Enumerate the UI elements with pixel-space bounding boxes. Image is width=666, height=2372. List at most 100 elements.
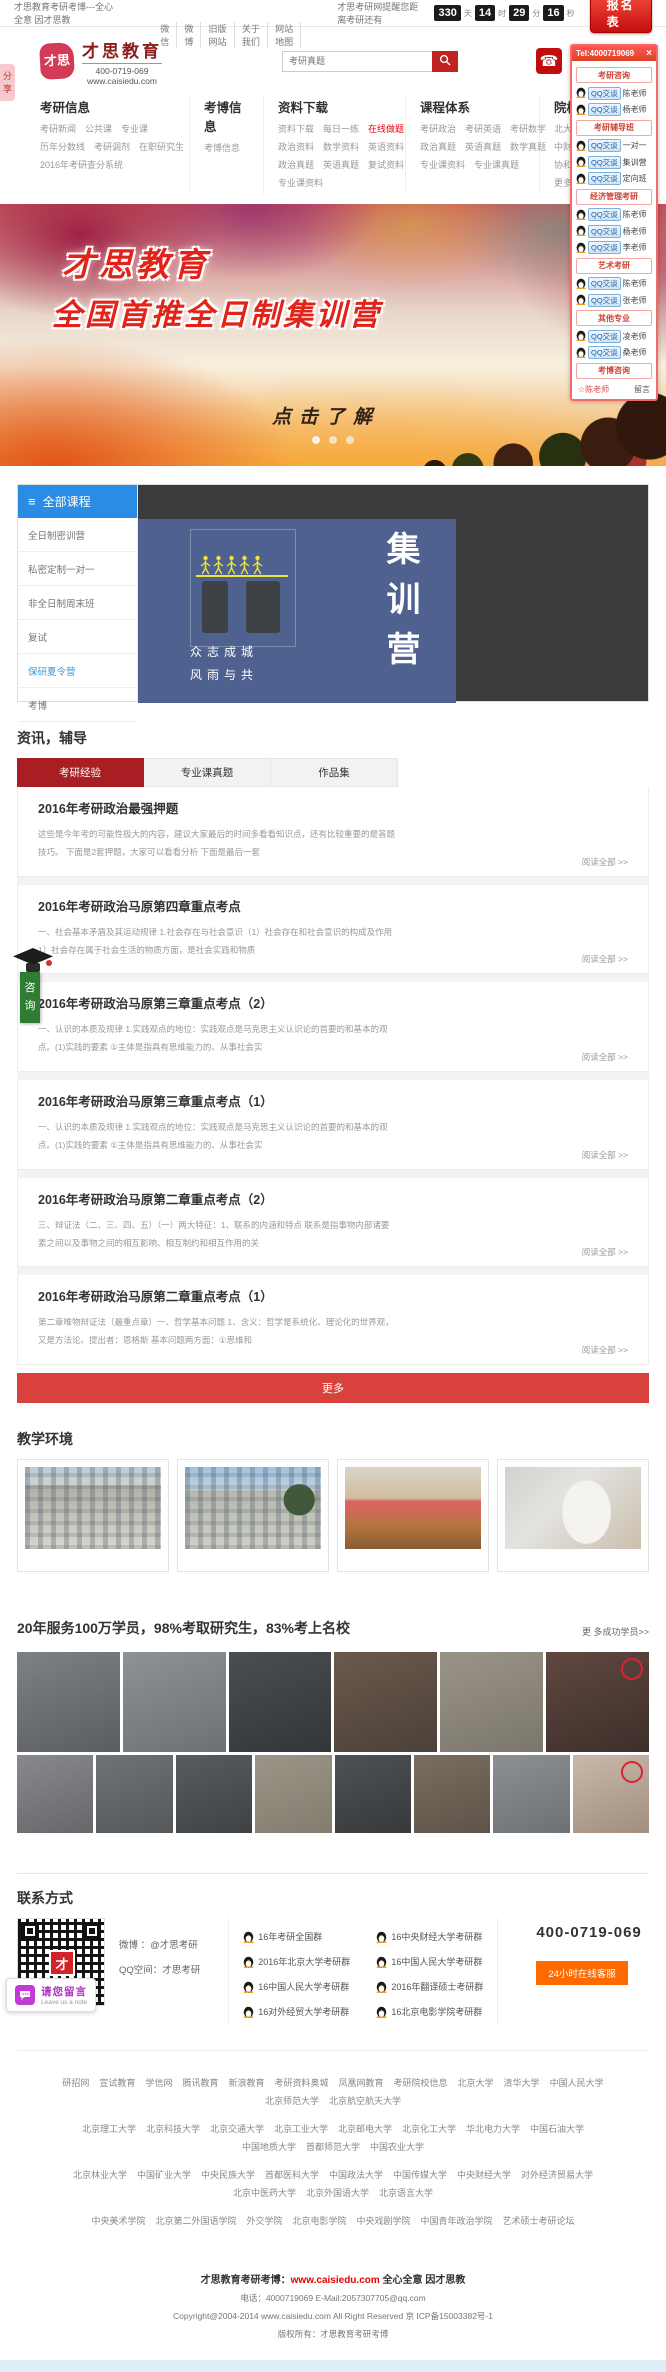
more-articles-button[interactable]: 更多 [17, 1373, 649, 1403]
banner-cta[interactable]: 点击了解 [272, 402, 380, 429]
qq-contact-row[interactable]: QQ交谈一对一 [576, 139, 652, 153]
env-photo-building2[interactable] [177, 1459, 329, 1572]
qq-group-link[interactable]: 16对外经贸大学考研群 [243, 2005, 350, 2018]
nav-link[interactable]: 政治真题 [278, 158, 314, 171]
topbar-link[interactable]: 网站地图 [268, 22, 301, 48]
qq-contact-row[interactable]: QQ交谈陈老师 [576, 86, 652, 100]
nav-link[interactable]: 专业课 [121, 122, 148, 135]
friend-link[interactable]: 研招网 [62, 2078, 89, 2088]
friend-link[interactable]: 外交学院 [246, 2216, 282, 2226]
student-photo[interactable] [96, 1755, 172, 1833]
friend-link[interactable]: 华北电力大学 [466, 2124, 520, 2134]
nav-link[interactable]: 历年分数线 [40, 140, 85, 153]
nav-link[interactable]: 每日一练 [323, 122, 359, 135]
nav-link[interactable]: 在职研究生 [139, 140, 184, 153]
student-photo[interactable] [440, 1652, 543, 1752]
qq-chat-button[interactable]: QQ交谈 [588, 156, 621, 169]
qq-chat-button[interactable]: QQ交谈 [588, 139, 621, 152]
nav-link[interactable]: 考研政治 [420, 122, 456, 135]
friend-link[interactable]: 北京语言大学 [379, 2188, 433, 2198]
qq-chat-button[interactable]: QQ交谈 [588, 87, 621, 100]
nav-link[interactable]: 公共课 [85, 122, 112, 135]
qq-chat-button[interactable]: QQ交谈 [588, 346, 621, 359]
qq-contact-row[interactable]: QQ交谈定向班 [576, 172, 652, 186]
student-photo[interactable] [17, 1652, 120, 1752]
student-photo[interactable] [573, 1755, 649, 1833]
nav-link[interactable]: 数学资料 [323, 140, 359, 153]
carousel-dot[interactable] [312, 436, 320, 444]
qq-chat-button[interactable]: QQ交谈 [588, 241, 621, 254]
friend-link[interactable]: 首都师范大学 [306, 2142, 360, 2152]
student-photo[interactable] [176, 1755, 252, 1833]
news-tab[interactable]: 考研经验 [17, 758, 144, 787]
student-photo[interactable] [255, 1755, 331, 1833]
friend-link[interactable]: 考研院校信息 [394, 2078, 448, 2088]
friend-link[interactable]: 中央戏剧学院 [357, 2216, 411, 2226]
env-photo-dorm[interactable] [497, 1459, 649, 1572]
qzone-account[interactable]: QQ空间：才思考研 [119, 1959, 200, 1984]
friend-link[interactable]: 北京科技大学 [146, 2124, 200, 2134]
article-card[interactable]: 2016年考研政治马原第三章重点考点（2） 一、认识的本质及规律 1.实践观点的… [17, 982, 649, 1072]
article-card[interactable]: 2016年考研政治马原第二章重点考点（1） 第二章唯物辩证法（最重点章）一、哲学… [17, 1275, 649, 1365]
friend-link[interactable]: 艺术硕士考研论坛 [503, 2216, 575, 2226]
news-tab[interactable]: 专业课真题 [144, 758, 271, 787]
consult-floater[interactable]: 咨 询 [12, 948, 60, 1023]
course-menu-item[interactable]: 非全日制周末班 [18, 586, 137, 620]
leave-word-link[interactable]: 留言 [634, 384, 650, 395]
online-service-button[interactable]: 24小时在线客服 [536, 1961, 628, 1985]
qq-chat-button[interactable]: QQ交谈 [588, 208, 621, 221]
search-input[interactable] [282, 51, 432, 72]
qq-group-link[interactable]: 16中央财经大学考研群 [376, 1930, 483, 1943]
friend-link[interactable]: 中国矿业大学 [137, 2170, 191, 2180]
course-menu-header[interactable]: ≡ 全部课程 [18, 485, 137, 518]
qq-chat-button[interactable]: QQ交谈 [588, 172, 621, 185]
article-card[interactable]: 2016年考研政治最强押题 这些是今年考的可能性极大的内容，建议大家最后的时间多… [17, 787, 649, 877]
friend-link[interactable]: 北京理工大学 [82, 2124, 136, 2134]
qq-group-link[interactable]: 2016年北京大学考研群 [243, 1955, 350, 1968]
nav-link[interactable]: 专业课资料 [420, 158, 465, 171]
student-photo[interactable] [123, 1652, 226, 1752]
qq-contact-row[interactable]: QQ交谈陈老师 [576, 208, 652, 222]
nav-link[interactable]: 数学真题 [510, 140, 546, 153]
topbar-link[interactable]: 旧版网站 [201, 22, 234, 48]
footer-site-link[interactable]: www.caisiedu.com [291, 2275, 380, 2286]
nav-link[interactable]: 考研英语 [465, 122, 501, 135]
friend-link[interactable]: 北京外国语大学 [306, 2188, 369, 2198]
carousel-dot[interactable] [346, 436, 354, 444]
article-card[interactable]: 2016年考研政治马原第二章重点考点（2） 三、辩证法（二、三、四、五）（一）两… [17, 1178, 649, 1268]
more-students-link[interactable]: 更 多成功学员>> [582, 1625, 649, 1638]
friend-link[interactable]: 腾讯教育 [182, 2078, 218, 2088]
search-button[interactable] [432, 51, 458, 72]
qq-kaobo-teacher[interactable]: ☆陈老师 [578, 384, 609, 395]
friend-link[interactable]: 中国石油大学 [530, 2124, 584, 2134]
nav-link[interactable]: 复试资料 [368, 158, 404, 171]
friend-link[interactable]: 对外经济贸易大学 [521, 2170, 593, 2180]
student-photo[interactable] [334, 1652, 437, 1752]
student-photo[interactable] [17, 1755, 93, 1833]
carousel-dot[interactable] [329, 436, 337, 444]
qq-contact-row[interactable]: QQ交谈桑老师 [576, 346, 652, 360]
friend-link[interactable]: 北京林业大学 [73, 2170, 127, 2180]
student-photo[interactable] [493, 1755, 569, 1833]
nav-link[interactable]: 英语真题 [465, 140, 501, 153]
nav-link[interactable]: 英语真题 [323, 158, 359, 171]
article-card[interactable]: 2016年考研政治马原第四章重点考点 一、社会基本矛盾及其运动规律 1.社会存在… [17, 885, 649, 975]
course-menu-item[interactable]: 私密定制一对一 [18, 552, 137, 586]
friend-link[interactable]: 中国传媒大学 [393, 2170, 447, 2180]
friend-link[interactable]: 首都医科大学 [265, 2170, 319, 2180]
consult-ribbon[interactable]: 咨 询 [20, 972, 40, 1023]
env-photo-building1[interactable] [17, 1459, 169, 1572]
friend-link[interactable]: 北京大学 [458, 2078, 494, 2088]
course-menu-item[interactable]: 全日制密训营 [18, 518, 137, 552]
qq-contact-row[interactable]: QQ交谈张老师 [576, 293, 652, 307]
nav-link[interactable]: 考研调剂 [94, 140, 130, 153]
friend-link[interactable]: 北京交通大学 [210, 2124, 264, 2134]
nav-link[interactable]: 考研数学 [510, 122, 546, 135]
friend-link[interactable]: 宣试教育 [99, 2078, 135, 2088]
nav-link[interactable]: 2016年考研查分系统 [40, 158, 123, 171]
news-tab[interactable]: 作品集 [271, 758, 398, 787]
nav-link[interactable]: 英语资料 [368, 140, 404, 153]
qq-group-link[interactable]: 16年考研全国群 [243, 1930, 350, 1943]
qq-contact-row[interactable]: QQ交谈凌老师 [576, 329, 652, 343]
qq-chat-button[interactable]: QQ交谈 [588, 277, 621, 290]
